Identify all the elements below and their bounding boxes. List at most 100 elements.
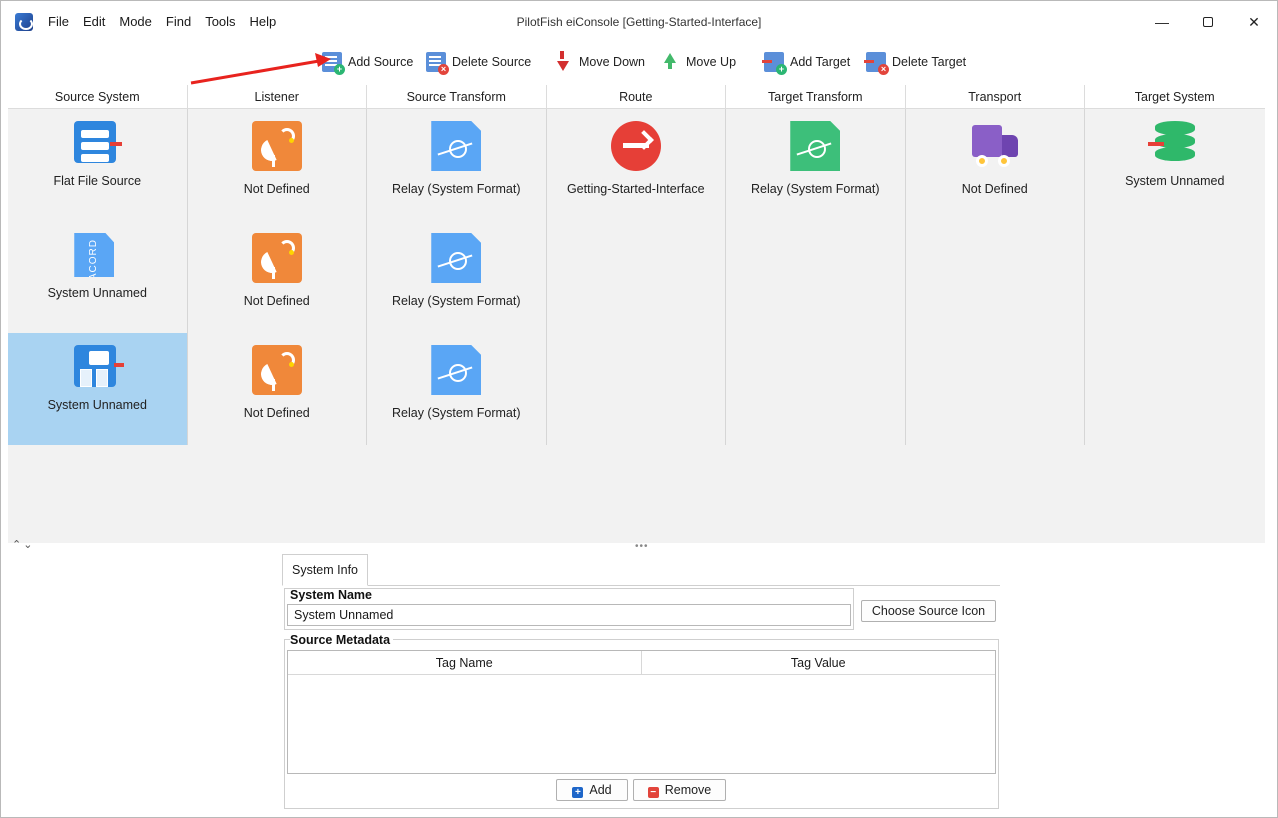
cell-target-system[interactable]: [1085, 333, 1265, 445]
cell-source-transform[interactable]: Relay (System Format): [367, 333, 547, 445]
remove-button-label: Remove: [664, 783, 712, 797]
cell-source-system[interactable]: Flat File Source: [8, 109, 188, 221]
cell-source-transform[interactable]: Relay (System Format): [367, 221, 547, 333]
plus-icon: +: [572, 787, 584, 798]
source-metadata-label: Source Metadata: [290, 633, 394, 647]
transform-document-icon: [431, 345, 482, 395]
toolbar: + Add Source × Delete Source Move Down M…: [1, 43, 1277, 83]
add-button[interactable]: + Add: [556, 779, 628, 801]
cell-label: Relay (System Format): [751, 182, 880, 196]
cell-listener[interactable]: Not Defined: [187, 333, 367, 445]
delete-target-label: Delete Target: [892, 55, 967, 69]
add-target-label: Add Target: [790, 55, 851, 69]
truck-icon: [970, 121, 1020, 171]
col-target-system: Target System: [1134, 90, 1215, 104]
col-route: Route: [547, 85, 726, 108]
cell-route[interactable]: Getting-Started-Interface: [546, 109, 726, 221]
cell-label: Relay (System Format): [392, 406, 521, 420]
menu-tools[interactable]: Tools: [205, 14, 235, 29]
database-icon: [1147, 121, 1200, 171]
grid-row: Flat File Source Not Defined Relay (Syst…: [8, 109, 1265, 221]
target-transform-document-icon: [790, 121, 841, 171]
col-target-transform: Target Transform: [726, 85, 906, 108]
delete-target-button[interactable]: × Delete Target: [864, 50, 967, 75]
minimize-button[interactable]: —: [1139, 1, 1185, 43]
arrow-down-shaft: [560, 51, 564, 59]
cell-label: Not Defined: [243, 182, 310, 196]
tab-bar: System Info: [282, 554, 1000, 586]
close-button[interactable]: ✕: [1231, 1, 1277, 43]
menu-help[interactable]: Help: [250, 14, 277, 29]
move-up-label: Move Up: [686, 55, 737, 69]
menu-mode[interactable]: Mode: [119, 14, 152, 29]
col-tag-name[interactable]: Tag Name: [288, 651, 642, 674]
minus-icon: −: [647, 787, 659, 798]
cell-target-transform[interactable]: Relay (System Format): [726, 109, 906, 221]
acord-document-icon: ACORD: [74, 233, 115, 277]
route-shuffle-icon: [610, 121, 661, 171]
multi-file-source-icon: [74, 345, 125, 387]
add-source-icon: +: [322, 52, 345, 75]
menu-edit[interactable]: Edit: [83, 14, 105, 29]
arrow-down-icon: [557, 61, 569, 71]
col-transport: Transport: [906, 85, 1085, 108]
cell-transport[interactable]: [905, 333, 1085, 445]
cell-source-transform[interactable]: Relay (System Format): [367, 109, 547, 221]
cell-transport[interactable]: Not Defined: [905, 109, 1085, 221]
add-target-button[interactable]: + Add Target: [762, 50, 851, 75]
choose-source-icon-button[interactable]: Choose Source Icon: [861, 600, 996, 622]
cell-target-system[interactable]: [1085, 221, 1265, 333]
satellite-dish-icon: [251, 233, 302, 283]
cell-route[interactable]: [546, 333, 726, 445]
cell-target-transform[interactable]: [726, 333, 906, 445]
splitter-grip-icon[interactable]: •••: [635, 541, 649, 552]
delete-source-label: Delete Source: [452, 55, 532, 69]
app-window: File Edit Mode Find Tools Help PilotFish…: [0, 0, 1278, 818]
cell-label: Not Defined: [243, 406, 310, 420]
arrow-up-shaft: [668, 61, 672, 69]
grid-row: ACORD System Unnamed Not Defined Relay (…: [8, 221, 1265, 333]
cell-target-transform[interactable]: [726, 221, 906, 333]
menu-bar: File Edit Mode Find Tools Help: [48, 14, 290, 29]
collapse-arrows-icon[interactable]: ⌃⌄: [12, 538, 34, 551]
metadata-table: Tag Name Tag Value: [287, 650, 996, 774]
satellite-dish-icon: [251, 345, 302, 395]
cell-label: Getting-Started-Interface: [566, 182, 705, 196]
move-down-button[interactable]: Move Down: [551, 50, 645, 74]
cell-label: Not Defined: [243, 294, 310, 308]
col-source-system: Source System: [8, 85, 188, 108]
cell-label: Relay (System Format): [392, 294, 521, 308]
window-controls: — ✕: [1139, 1, 1277, 43]
maximize-button[interactable]: [1185, 1, 1231, 43]
metadata-table-header: Tag Name Tag Value: [288, 651, 995, 675]
grid-rows: Flat File Source Not Defined Relay (Syst…: [8, 109, 1265, 445]
tab-system-info[interactable]: System Info: [282, 554, 368, 586]
menu-find[interactable]: Find: [166, 14, 191, 29]
cell-listener[interactable]: Not Defined: [187, 109, 367, 221]
move-down-label: Move Down: [579, 55, 645, 69]
cell-route[interactable]: [546, 221, 726, 333]
transform-document-icon: [431, 121, 482, 171]
delete-source-icon: ×: [426, 52, 449, 75]
col-tag-value[interactable]: Tag Value: [642, 651, 996, 674]
grid-header: Source System Listener Source Transform …: [8, 85, 1265, 109]
cell-source-system-selected[interactable]: System Unnamed: [8, 333, 188, 445]
add-source-label: Add Source: [348, 55, 414, 69]
close-icon: ✕: [1248, 13, 1260, 30]
minimize-icon: —: [1155, 14, 1169, 30]
cell-source-system[interactable]: ACORD System Unnamed: [8, 221, 188, 333]
add-source-button[interactable]: + Add Source: [322, 50, 414, 75]
cell-label: Relay (System Format): [392, 182, 521, 196]
title-bar: File Edit Mode Find Tools Help PilotFish…: [1, 1, 1277, 43]
app-logo-icon: [15, 13, 33, 31]
cell-listener[interactable]: Not Defined: [187, 221, 367, 333]
cell-transport[interactable]: [905, 221, 1085, 333]
add-button-label: Add: [589, 783, 612, 797]
remove-button[interactable]: − Remove: [633, 779, 726, 801]
menu-file[interactable]: File: [48, 14, 69, 29]
cell-label: Flat File Source: [53, 174, 142, 188]
cell-target-system[interactable]: System Unnamed: [1085, 109, 1265, 221]
delete-source-button[interactable]: × Delete Source: [426, 50, 532, 75]
add-target-icon: +: [762, 52, 787, 75]
system-name-field[interactable]: System Unnamed: [287, 604, 851, 626]
